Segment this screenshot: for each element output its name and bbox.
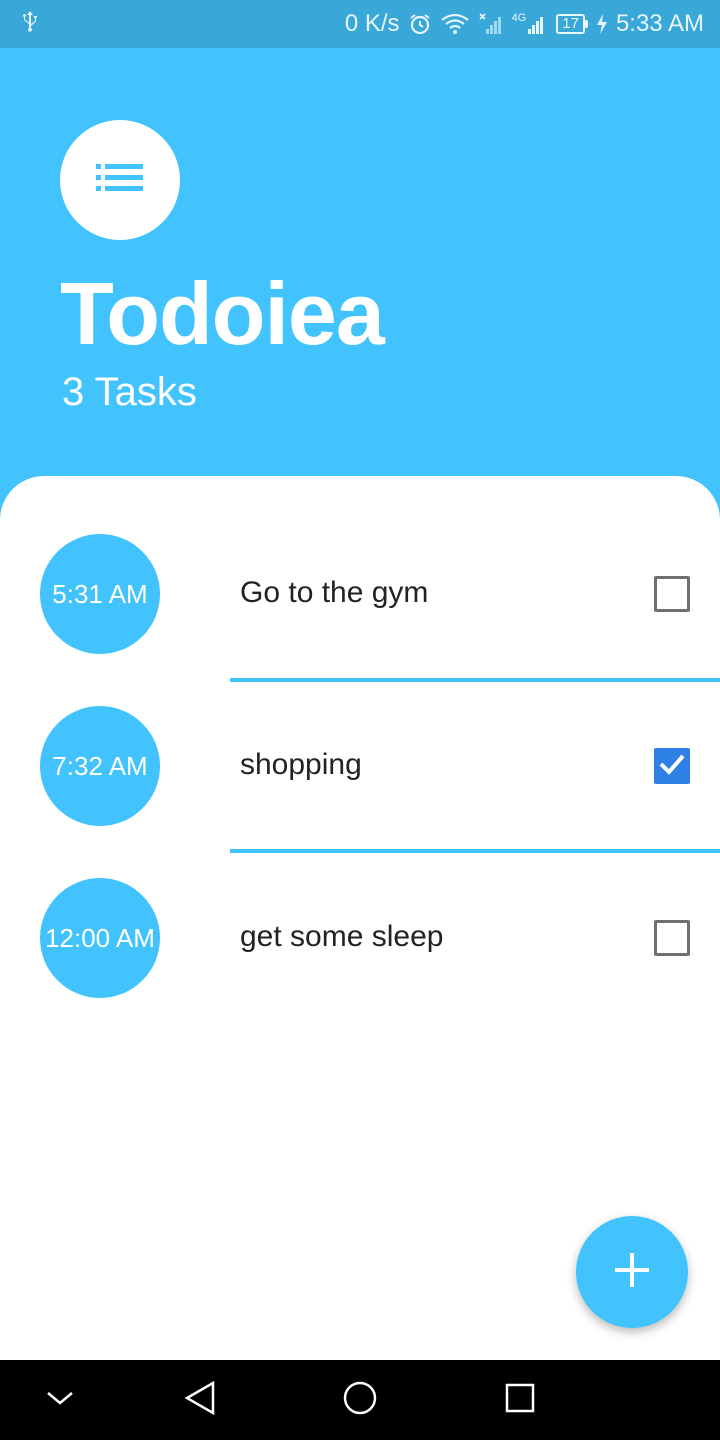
task-title: shopping	[240, 748, 362, 781]
network-type: 4G	[511, 12, 527, 24]
status-right: 0 K/s 4G 17 5:33 AM	[345, 10, 704, 38]
task-title: get some sleep	[240, 920, 444, 953]
task-count: 3 Tasks	[62, 370, 197, 414]
app-title: Todoiea	[60, 264, 385, 363]
chevron-down-icon	[45, 1388, 75, 1413]
hide-nav-button[interactable]	[40, 1380, 80, 1420]
status-left	[20, 9, 40, 40]
signal-off-icon	[478, 12, 504, 36]
task-item[interactable]: 5:31 AM Go to the gym	[0, 506, 720, 678]
recents-button[interactable]	[500, 1380, 540, 1420]
battery-level: 17	[556, 14, 585, 34]
back-button[interactable]	[180, 1380, 220, 1420]
recents-square-icon	[504, 1382, 536, 1419]
usb-icon	[20, 9, 40, 40]
task-item[interactable]: 12:00 AM get some sleep	[0, 850, 720, 1022]
task-checkbox[interactable]	[654, 576, 690, 612]
task-item[interactable]: 7:32 AM shopping	[0, 678, 720, 850]
signal-4g-icon: 4G	[512, 12, 549, 36]
task-time-badge: 7:32 AM	[40, 706, 160, 826]
plus-icon	[612, 1250, 652, 1295]
task-time-badge: 12:00 AM	[40, 878, 160, 998]
task-time-badge: 5:31 AM	[40, 534, 160, 654]
check-icon	[659, 753, 685, 780]
wifi-icon	[440, 12, 470, 36]
charging-icon	[596, 13, 608, 35]
task-checkbox[interactable]	[654, 920, 690, 956]
system-nav-bar	[0, 1360, 720, 1440]
task-checkbox-checked[interactable]	[654, 748, 690, 784]
net-speed: 0 K/s	[344, 10, 400, 37]
home-button[interactable]	[340, 1380, 380, 1420]
back-triangle-icon	[183, 1380, 217, 1421]
alarm-icon	[408, 12, 432, 36]
list-icon	[96, 162, 144, 199]
status-bar: 0 K/s 4G 17 5:33 AM	[0, 0, 720, 48]
home-circle-icon	[342, 1380, 378, 1421]
add-task-button[interactable]	[576, 1216, 688, 1328]
task-title: Go to the gym	[240, 576, 429, 609]
header: Todoiea 3 Tasks	[0, 48, 720, 488]
status-time: 5:33 AM	[615, 10, 704, 37]
menu-button[interactable]	[60, 120, 180, 240]
battery-icon: 17	[556, 14, 588, 34]
